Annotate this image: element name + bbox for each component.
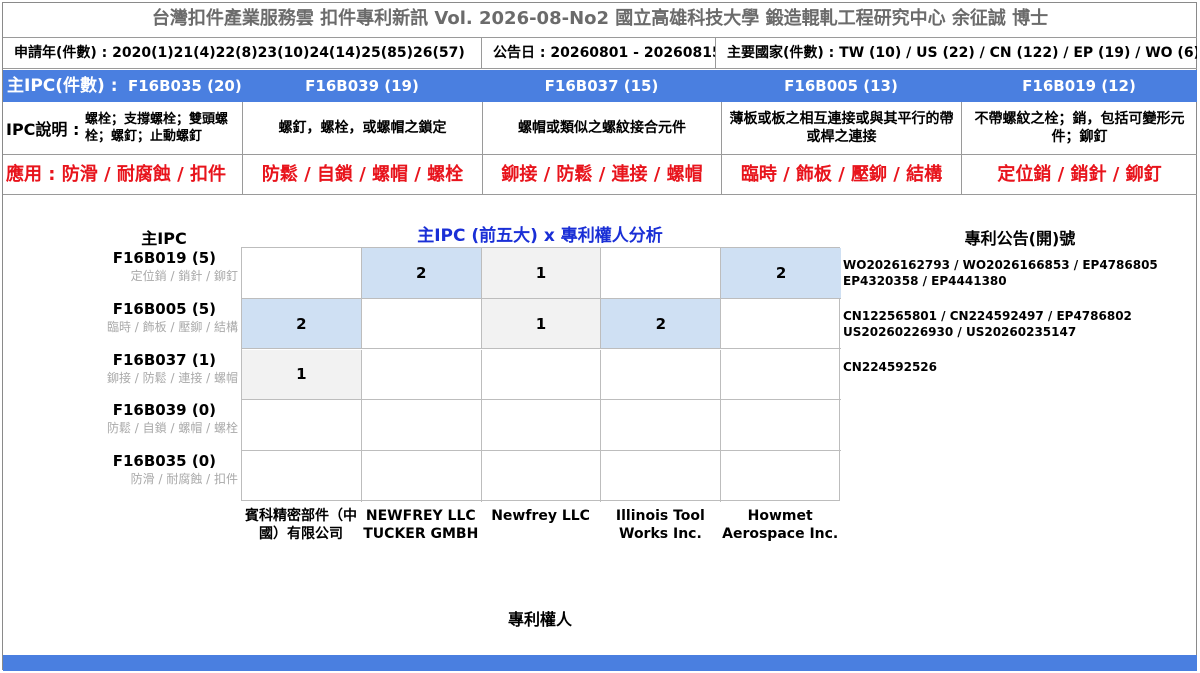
matrix-cell: 1 [481, 298, 602, 350]
x-axis-title: 專利權人 [507, 610, 572, 629]
patentee-column-label: 賓科精密部件（中國）有限公司 [245, 508, 357, 542]
matrix-cell [362, 451, 482, 502]
ipc-row-keywords: 定位銷 / 銷針 / 鉚釘 [130, 269, 238, 283]
matrix-cell [481, 400, 602, 451]
application-2: 防鬆 / 自鎖 / 螺帽 / 螺栓 [242, 155, 482, 194]
publication-title: 專利公告(開)號 [964, 229, 1076, 248]
filing-years: 申請年(件數) : 2020(1)21(4)22(8)23(10)24(14)2… [14, 45, 465, 61]
matrix-cell [721, 299, 841, 350]
ipc-row-code: F16B039 (0) [112, 401, 216, 420]
ipc-description-3: 螺帽或類似之螺紋接合元件 [482, 102, 721, 154]
publication-list: CN224592526 [843, 359, 1198, 375]
matrix-title: 主IPC (前五大) x 專利權人分析 [417, 226, 663, 246]
matrix-cell: 2 [242, 298, 362, 350]
matrix-cell: 2 [361, 248, 482, 299]
application-1: 應用 : 防滑 / 耐腐蝕 / 扣件 [6, 164, 226, 185]
page-title: 台灣扣件產業服務雲 扣件專利新訊 Vol. 2026-08-No2 國立高雄科技… [151, 8, 1049, 29]
matrix-cell [361, 349, 482, 401]
matrix-cell [601, 451, 722, 502]
footer-bar [3, 655, 1197, 671]
ipc-row-label: F16B037 (1) 鉚接 / 防鬆 / 連接 / 螺帽 [90, 351, 240, 387]
publication-number-line: EP4320358 / EP4441380 [843, 274, 1007, 288]
matrix-cell [721, 350, 841, 401]
main-ipc-label: 主IPC(件數) : [7, 76, 118, 96]
publication-number-line: CN122565801 / CN224592497 / EP4786802 [843, 308, 1132, 323]
patentee-column-label: Illinois Tool Works Inc. [615, 508, 705, 542]
ipc-row-label: F16B039 (0) 防鬆 / 自鎖 / 螺帽 / 螺栓 [90, 401, 240, 437]
ipc-row-keywords: 防滑 / 耐腐蝕 / 扣件 [130, 472, 238, 487]
publication-list: CN122565801 / CN224592497 / EP4786802 US2… [843, 308, 1198, 340]
ipc-row-code: F16B035 (0) [112, 452, 216, 471]
application-4: 臨時 / 飾板 / 壓鉚 / 結構 [721, 155, 961, 194]
summary-row: 申請年(件數) : 2020(1)21(4)22(8)23(10)24(14)2… [3, 37, 1197, 69]
ipc-column-3: F16B037 (15) [544, 77, 659, 95]
ipc-row-label: F16B019 (5) 定位銷 / 銷針 / 鉚釘 [90, 249, 240, 285]
patentee-column-label: Newfrey LLC [491, 508, 590, 524]
ipc-row-code: F16B005 (5) [112, 299, 216, 318]
ipc-row-keywords: 鉚接 / 防鬆 / 連接 / 螺帽 [106, 370, 238, 385]
matrix-cell: 1 [242, 349, 362, 401]
ipc-column-5: F16B019 (12) [1022, 77, 1136, 95]
matrix-cell [242, 400, 362, 451]
application-5: 定位銷 / 銷針 / 鉚釘 [961, 155, 1197, 194]
patentee-column-label: NEWFREY LLC TUCKER GMBH [363, 508, 479, 542]
ipc-column-4: F16B005 (13) [784, 77, 898, 95]
patentee-column-label: Howmet Aerospace Inc. [722, 508, 839, 542]
y-axis-title: 主IPC [141, 229, 187, 248]
matrix-cell [601, 349, 722, 401]
matrix-cell [482, 451, 602, 502]
matrix-cell [601, 248, 722, 299]
matrix-cell: 2 [721, 248, 841, 299]
matrix-cell [361, 400, 482, 451]
ipc-description-2: 螺釘，螺栓，或螺帽之鎖定 [242, 102, 482, 154]
publication-number-line: WO2026162793 / WO2026166853 / EP4786805 [843, 258, 1158, 272]
matrix-cell [242, 451, 362, 502]
publication-list: WO2026162793 / WO2026166853 / EP4786805 E… [843, 257, 1198, 289]
announce-date: 公告日 : 20260801 - 20260815 [481, 38, 715, 68]
ipc-row-code: F16B019 (5) [112, 249, 216, 267]
ipc-row-label: F16B035 (0) 防滑 / 耐腐蝕 / 扣件 [90, 452, 240, 488]
ipc-row-label: F16B005 (5) 臨時 / 飾板 / 壓鉚 / 結構 [90, 300, 240, 336]
ipc-column-1: F16B035 (20) [128, 77, 242, 95]
ipc-description-row: IPC說明 : 螺栓；支撐螺栓；雙頭螺栓；螺釘；止動螺釘 螺釘，螺栓，或螺帽之鎖… [3, 102, 1197, 155]
matrix-cell [601, 400, 722, 451]
matrix-cell [242, 248, 362, 299]
application-row: 應用 : 防滑 / 耐腐蝕 / 扣件 防鬆 / 自鎖 / 螺帽 / 螺栓 鉚接 … [3, 155, 1197, 195]
ipc-description-label: IPC說明 : [6, 120, 80, 139]
ipc-description-5: 不帶螺紋之栓；銷，包括可變形元件；鉚釘 [961, 102, 1197, 154]
matrix-cell [481, 349, 602, 401]
ipc-row-keywords: 防鬆 / 自鎖 / 螺帽 / 螺栓 [106, 421, 238, 436]
ipc-row-code: F16B037 (1) [112, 350, 216, 369]
application-3: 鉚接 / 防鬆 / 連接 / 螺帽 [482, 155, 721, 194]
ipc-column-2: F16B039 (19) [305, 77, 419, 95]
matrix-cell: 2 [601, 298, 722, 350]
ipc-patentee-matrix: 2122121 [241, 247, 841, 502]
ipc-description-1: 螺栓；支撐螺栓；雙頭螺栓；螺釘；止動螺釘 [85, 112, 229, 144]
matrix-cell [361, 298, 482, 350]
matrix-cell: 1 [481, 248, 602, 299]
matrix-cell [721, 451, 841, 502]
matrix-cell [721, 400, 841, 451]
main-countries: 主要國家(件數) : TW (10) / US (22) / CN (122) … [715, 38, 1197, 68]
ipc-row-keywords: 臨時 / 飾板 / 壓鉚 / 結構 [106, 319, 238, 334]
publication-number-line: US20260226930 / US20260235147 [843, 324, 1077, 339]
main-ipc-bar: 主IPC(件數) : F16B035 (20) F16B039 (19) F16… [3, 70, 1197, 102]
ipc-description-4: 薄板或板之相互連接或與其平行的帶或桿之連接 [721, 102, 961, 154]
publication-number-line: CN224592526 [843, 359, 937, 374]
